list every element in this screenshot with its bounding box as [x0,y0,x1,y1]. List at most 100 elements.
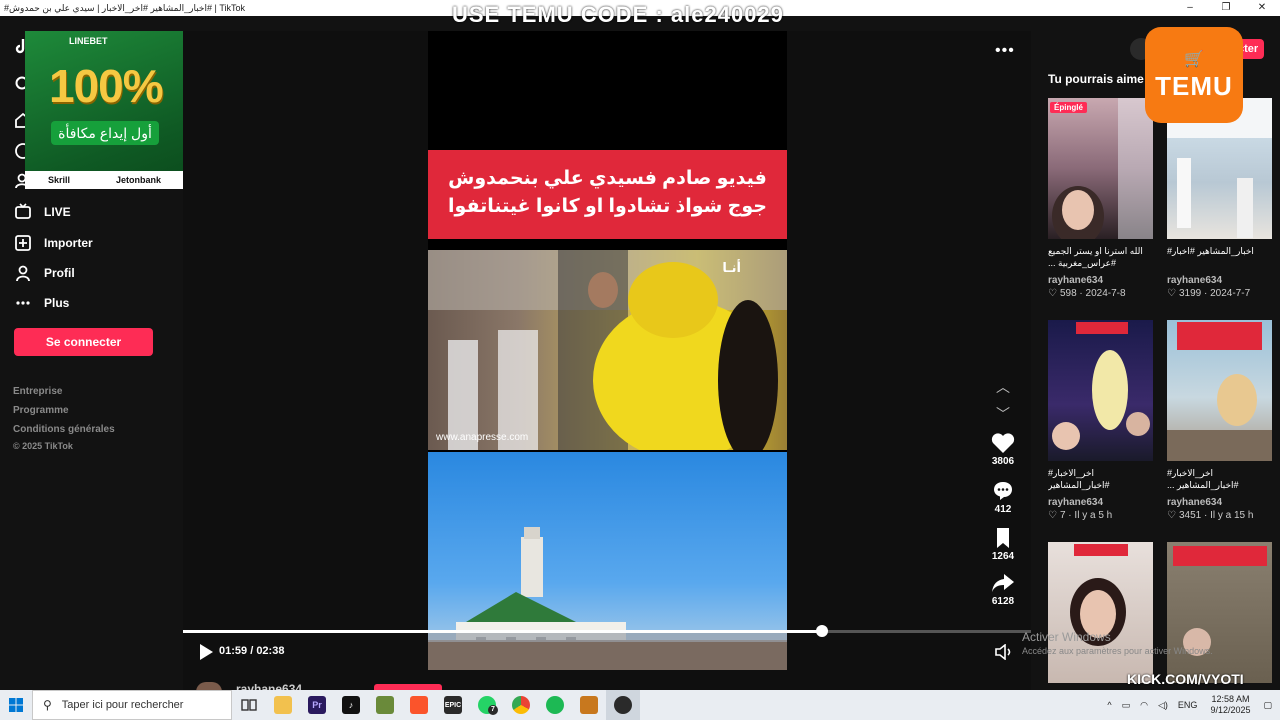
time-display: 01:59 / 02:38 [219,645,285,657]
temu-cart-icon: 🛒 [1184,50,1204,68]
channel-logo: أنـا [722,260,741,275]
promo-code-overlay: USE TEMU CODE : ale240029 [452,2,784,27]
ad-arabic-line: أول إيداع مكافأة [51,121,159,145]
more-icon [14,294,36,312]
ad-payment-strip: Skrill Jetonbank [25,171,184,189]
sidebar-item-label: Importer [44,236,93,250]
close-button[interactable]: ✕ [1244,0,1280,16]
recommended-meta: ♡ 598 · 2024-7-8 [1048,288,1153,299]
footer-link-entreprise[interactable]: Entreprise [13,386,62,397]
epic-games-icon[interactable]: EPIC [436,690,470,720]
live-icon [14,203,36,221]
video-scene-crowd: أنـا www.anapresse.com [428,250,787,450]
heart-outline-icon: ♡ [1167,510,1176,521]
progress-bar[interactable] [183,625,1031,637]
task-view-icon[interactable] [232,690,266,720]
windows-activation-subtitle: Accédez aux paramètres pour activer Wind… [1022,646,1213,656]
recommended-author: rayhane634 [1048,275,1104,286]
volume-tray-icon[interactable]: ◁) [1158,700,1168,711]
windows-start-icon[interactable] [0,690,32,720]
login-button[interactable]: Se connecter [14,328,153,356]
video-frame[interactable]: فيديو صادم فسيدي علي بنحمدوش جوج شواذ تش… [428,31,787,670]
network-icon[interactable]: ▭ [1122,700,1131,711]
chrome-icon[interactable] [504,690,538,720]
comment-icon [983,478,1023,504]
ad-headline: 100% [49,60,164,112]
brave-icon[interactable] [402,690,436,720]
recommended-item[interactable] [1048,542,1153,683]
pinned-badge: Épinglé [1050,102,1087,113]
sidebar-item-profil[interactable]: Profil [14,261,75,285]
sidebar-item-importer[interactable]: Importer [14,231,93,255]
sidebar-item-label: LIVE [44,205,71,219]
more-options-icon[interactable]: ••• [995,42,1015,60]
time-current: 01:59 [219,645,248,657]
sidebar-item-plus[interactable]: Plus [14,291,69,315]
like-action[interactable]: 3806 [983,430,1023,467]
linebet-ad: LINEBET 100% أول إيداع مكافأة Skrill Jet… [25,31,184,189]
sidebar-item-label: Profil [44,266,75,280]
temu-label: TEMU [1155,70,1233,101]
spotify-icon[interactable] [538,690,572,720]
footer-link-programme[interactable]: Programme [13,405,69,416]
ad-brand: LINEBET [69,36,108,46]
system-tray: ^ ▭ ◠ ◁) ENG 12:58 AM 9/12/2025 ▢ [1102,690,1280,720]
file-explorer-icon[interactable] [266,690,300,720]
window-controls: – ❐ ✕ [1172,0,1280,16]
tiktok-app-icon[interactable]: ♪ [334,690,368,720]
wifi-icon[interactable]: ◠ [1140,700,1148,711]
video-caption: فيديو صادم فسيدي علي بنحمدوش جوج شواذ تش… [428,150,787,239]
search-icon: ⚲ [43,698,52,712]
copyright: © 2025 TikTok [13,441,73,451]
language-indicator[interactable]: ENG [1178,700,1198,710]
progress-fill [183,630,823,633]
recommended-stats: 3451 · Il y a 15 h [1178,510,1254,521]
comment-action[interactable]: 412 [983,478,1023,515]
clock-time: 12:58 AM [1211,694,1250,704]
temu-badge: 🛒 TEMU [1145,27,1243,123]
notifications-icon[interactable]: ▢ [1263,700,1272,711]
restore-button[interactable]: ❐ [1208,0,1244,16]
taskbar-search-input[interactable]: ⚲ Taper ici pour rechercher [32,690,232,720]
minimize-button[interactable]: – [1172,0,1208,16]
heart-icon [983,430,1023,456]
minecraft-icon[interactable] [368,690,402,720]
time-total: 02:38 [256,645,285,657]
volume-icon[interactable] [995,643,1013,661]
obs-icon[interactable] [606,690,640,720]
recommended-item[interactable]: اخر_الاخبار# #اخبار_المشاهير ... rayhane… [1167,320,1272,521]
recommended-meta: ♡ 7 · Il y a 5 h [1048,510,1153,521]
recommended-meta: ♡ 3451 · Il y a 15 h [1167,510,1272,521]
sidebar-item-live[interactable]: LIVE [14,200,71,224]
whatsapp-icon[interactable]: 7 [470,690,504,720]
recommended-title: اخر_الاخبار# #اخبار_المشاهير [1048,468,1110,490]
recommended-item[interactable]: اخر_الاخبار# #اخبار_المشاهير rayhane634 … [1048,320,1153,521]
windows-activation-title: Activer Windows [1022,630,1111,644]
tray-chevron-icon[interactable]: ^ [1107,700,1111,710]
save-action[interactable]: 1264 [983,525,1023,562]
footer-link-conditions[interactable]: Conditions générales [13,424,115,435]
recommended-stats: 3199 · 2024-7-7 [1178,288,1251,299]
recommended-title: اخبار_المشاهير #اخبار# [1167,246,1254,256]
taskbar-clock[interactable]: 12:58 AM 9/12/2025 [1210,694,1250,716]
chevron-up-icon[interactable]: ︿ [996,377,1010,397]
recommended-stats: 598 · 2024-7-8 [1059,288,1126,299]
caption-line-1: فيديو صادم فسيدي علي بنحمدوش [448,168,767,189]
recommended-item[interactable]: Épinglé الله استرنا او يستر الجميع #عراس… [1048,98,1153,299]
share-action[interactable]: 6128 [983,570,1023,607]
like-count: 3806 [991,456,1015,467]
recommended-heading: Tu pourrais aime [1048,72,1144,86]
streamer-tag: KICK.COM/VYOTI [1127,671,1244,687]
play-icon[interactable] [198,643,214,661]
recommended-title: اخر_الاخبار# #اخبار_المشاهير ... [1167,468,1239,490]
heart-outline-icon: ♡ [1048,288,1057,299]
premiere-icon[interactable]: Pr [300,690,334,720]
chevron-down-icon[interactable]: ﹀ [996,404,1010,424]
app-icon[interactable] [572,690,606,720]
share-count: 6128 [991,596,1015,607]
recommended-meta: ♡ 3199 · 2024-7-7 [1167,288,1272,299]
recommended-item[interactable]: اخبار_المشاهير #اخبار# rayhane634 ♡ 3199 … [1167,98,1272,299]
share-icon [983,570,1023,596]
video-scene-mosque [428,452,787,670]
recommended-item[interactable] [1167,542,1272,683]
